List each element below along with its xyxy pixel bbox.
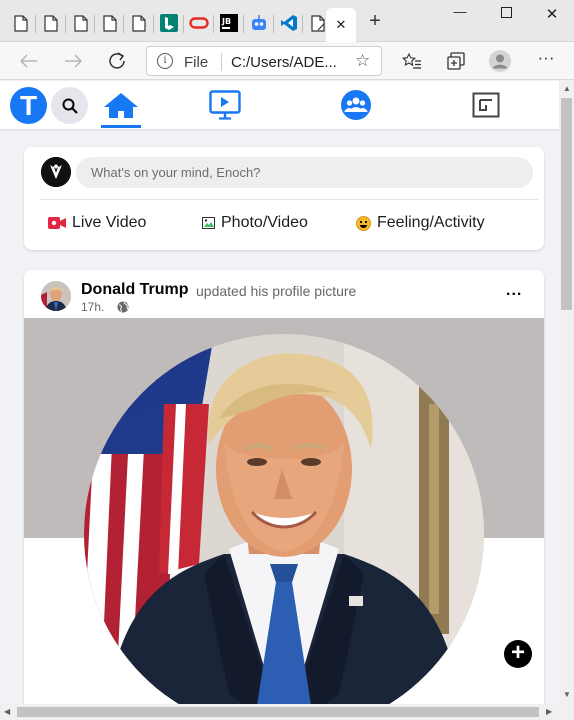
scroll-left-icon[interactable]: ◀ [4,707,10,716]
home-icon [104,93,138,118]
tab-blank-page-1[interactable] [6,8,36,38]
robot-icon [252,15,266,30]
tab-blank-page-5[interactable] [124,8,154,38]
tab-active[interactable]: ✕ [326,8,356,42]
tab-robot[interactable] [244,8,274,38]
scroll-down-icon[interactable]: ▼ [563,690,571,699]
page-viewport: T What's on your mind, Enoch? Live Video [0,81,559,704]
page-icon [132,14,146,32]
site-header: T [0,81,559,129]
vscode-icon [281,15,297,31]
file-label: File [184,54,209,71]
maximize-icon [500,7,512,18]
nav-home[interactable] [101,89,141,121]
settings-more-button[interactable]: ··· [535,47,557,69]
home-active-indicator [101,125,141,128]
url-text[interactable]: C:/Users/ADE... [231,54,337,71]
search-icon [62,98,78,114]
globe-icon [117,300,129,318]
feeling-activity-label: Feeling/Activity [377,214,485,231]
tab-blank-page-3[interactable] [66,8,96,38]
nav-watch[interactable] [209,89,241,121]
page-icon [14,14,28,32]
svg-text:JB: JB [221,17,231,26]
nav-groups[interactable] [340,89,372,121]
live-video-button[interactable]: Live Video [48,214,146,232]
tuxedo-avatar-icon [41,157,71,187]
feeling-icon [356,215,371,231]
page-icon [103,14,117,32]
post-composer: What's on your mind, Enoch? Live Video P… [24,147,544,250]
favorites-list-icon [402,52,421,69]
favorites-button[interactable] [401,50,423,72]
groups-icon [341,90,371,120]
nav-gaming[interactable] [472,89,500,121]
minimize-button[interactable]: — [450,4,470,19]
live-video-label: Live Video [72,214,147,231]
post-action-text: updated his profile picture [196,283,357,299]
forward-button[interactable] [62,50,84,72]
refresh-button[interactable] [106,50,128,72]
collections-button[interactable] [445,50,467,72]
tab-vscode[interactable] [274,8,304,38]
oracle-icon [189,17,209,29]
address-bar: i File C:/Users/ADE... ☆ ··· [0,42,574,80]
site-logo[interactable]: T [10,87,47,124]
tab-bing[interactable] [154,8,184,38]
add-button[interactable]: + [504,640,532,668]
profile-button[interactable] [489,50,511,72]
scroll-right-icon[interactable]: ▶ [546,707,552,716]
post-author-name[interactable]: Donald Trump [81,281,189,299]
tab-oracle[interactable] [184,8,214,38]
tab-close-icon[interactable]: ✕ [336,17,347,33]
status-input[interactable]: What's on your mind, Enoch? [76,157,533,188]
favorite-star-icon[interactable]: ☆ [355,51,370,71]
video-screen-icon [209,90,241,120]
vertical-scrollbar[interactable]: ▲ ▼ [559,81,574,704]
url-box[interactable]: i File C:/Users/ADE... ☆ [146,46,382,76]
new-tab-button[interactable]: + [364,10,386,33]
bing-icon [160,14,178,32]
maximize-button[interactable] [496,6,516,21]
back-arrow-icon [20,54,37,68]
tab-jetbrains[interactable]: JB [214,8,244,38]
live-video-icon [48,217,66,229]
page-icon [44,14,58,32]
info-icon[interactable]: i [157,53,173,69]
author-avatar-image [41,281,71,311]
photo-video-button[interactable]: Photo/Video [202,214,308,232]
page-icon [74,14,88,32]
feeling-activity-button[interactable]: Feeling/Activity [356,214,485,232]
page-edit-icon [310,14,325,32]
photo-icon [202,217,215,229]
search-button[interactable] [51,87,88,124]
back-button[interactable] [18,50,40,72]
tab-bar: JB ✕ + — ✕ [0,0,574,42]
vertical-scroll-thumb[interactable] [561,98,572,310]
author-avatar[interactable] [41,281,71,311]
post-card: Donald Trump updated his profile picture… [24,270,544,704]
post-timestamp[interactable]: 17h. [81,300,104,314]
post-more-options[interactable]: ... [506,282,522,300]
refresh-icon [109,52,125,69]
photo-video-label: Photo/Video [221,214,308,231]
scroll-up-icon[interactable]: ▲ [563,84,571,93]
horizontal-scroll-thumb[interactable] [17,707,539,717]
forward-arrow-icon [65,54,82,68]
collections-icon [447,52,465,70]
tab-blank-page-2[interactable] [36,8,66,38]
jetbrains-icon: JB [220,14,238,32]
horizontal-scrollbar[interactable]: ◀ ▶ [0,704,574,720]
profile-avatar-icon [489,50,511,72]
user-avatar[interactable] [41,157,71,187]
gaming-tile-icon [472,92,500,118]
close-window-button[interactable]: ✕ [542,5,562,23]
tab-blank-page-4[interactable] [95,8,125,38]
